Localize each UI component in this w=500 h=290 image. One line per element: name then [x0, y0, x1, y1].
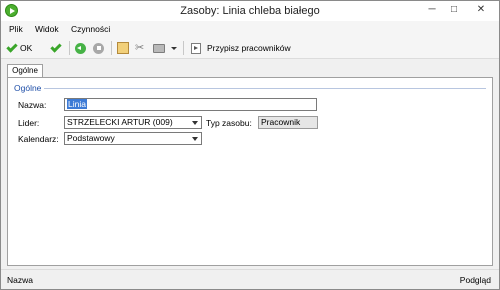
leader-select[interactable]: STRZELECKI ARTUR (009)	[64, 116, 202, 129]
assign-workers-button[interactable]: Przypisz pracowników	[191, 40, 291, 56]
print-dropdown[interactable]	[171, 40, 177, 56]
calendar-label: Kalendarz:	[18, 134, 59, 144]
back-button[interactable]	[75, 40, 86, 56]
tab-panel-general: Ogólne Nazwa: Linia Lider: STRZELECKI AR…	[7, 77, 493, 266]
attach-icon	[117, 42, 129, 54]
tab-ogolne[interactable]: Ogólne	[7, 64, 43, 78]
tools-button[interactable]: ✂	[135, 40, 144, 56]
group-divider	[44, 88, 486, 89]
maximize-button[interactable]: □	[443, 3, 465, 17]
menu-czynnosci[interactable]: Czynności	[71, 24, 110, 34]
minimize-button[interactable]: ─	[421, 3, 443, 17]
save-button[interactable]	[50, 40, 62, 56]
dropdown-icon	[171, 46, 177, 50]
menu-plik[interactable]: Plik	[9, 24, 23, 34]
resource-window: Zasoby: Linia chleba białego ─ □ ✕ Plik …	[0, 0, 500, 290]
status-mode: Podgląd	[459, 275, 491, 285]
tab-strip: Ogólne	[1, 59, 499, 78]
calendar-select[interactable]: Podstawowy	[64, 132, 202, 145]
check-icon	[6, 40, 18, 53]
leader-value: STRZELECKI ARTUR (009)	[67, 117, 173, 127]
ok-button[interactable]: OK	[6, 40, 33, 56]
back-icon	[75, 42, 86, 54]
close-button[interactable]: ✕	[467, 3, 495, 17]
resource-type-field: Pracownik	[258, 116, 318, 129]
status-field-name: Nazwa	[7, 275, 33, 285]
stop-button[interactable]	[93, 40, 104, 56]
name-label: Nazwa:	[18, 100, 47, 110]
chevron-down-icon	[192, 121, 198, 125]
ok-label: OK	[20, 43, 33, 53]
group-title: Ogólne	[14, 83, 42, 93]
assign-icon	[191, 42, 201, 54]
status-bar: Nazwa Podgląd	[1, 269, 499, 289]
attach-button[interactable]	[117, 40, 129, 56]
print-button[interactable]	[153, 40, 165, 56]
toolbar-separator	[69, 41, 70, 55]
chevron-down-icon	[192, 137, 198, 141]
name-value: Linia	[67, 99, 87, 109]
tools-icon: ✂	[135, 42, 145, 54]
print-icon	[153, 43, 165, 53]
assign-workers-label: Przypisz pracowników	[207, 43, 291, 53]
leader-label: Lider:	[18, 118, 40, 128]
toolbar-separator	[183, 41, 184, 55]
toolbar-separator	[111, 41, 112, 55]
calendar-value: Podstawowy	[67, 133, 115, 143]
name-input[interactable]: Linia	[64, 98, 317, 111]
menu-bar: Plik Widok Czynności	[1, 21, 499, 37]
title-bar: Zasoby: Linia chleba białego ─ □ ✕	[1, 1, 499, 21]
check-save-icon	[50, 40, 62, 53]
toolbar: OK ✂ Przypisz pracowników	[1, 37, 499, 59]
resource-type-label: Typ zasobu:	[206, 118, 252, 128]
menu-widok[interactable]: Widok	[35, 24, 59, 34]
stop-icon	[93, 42, 104, 54]
